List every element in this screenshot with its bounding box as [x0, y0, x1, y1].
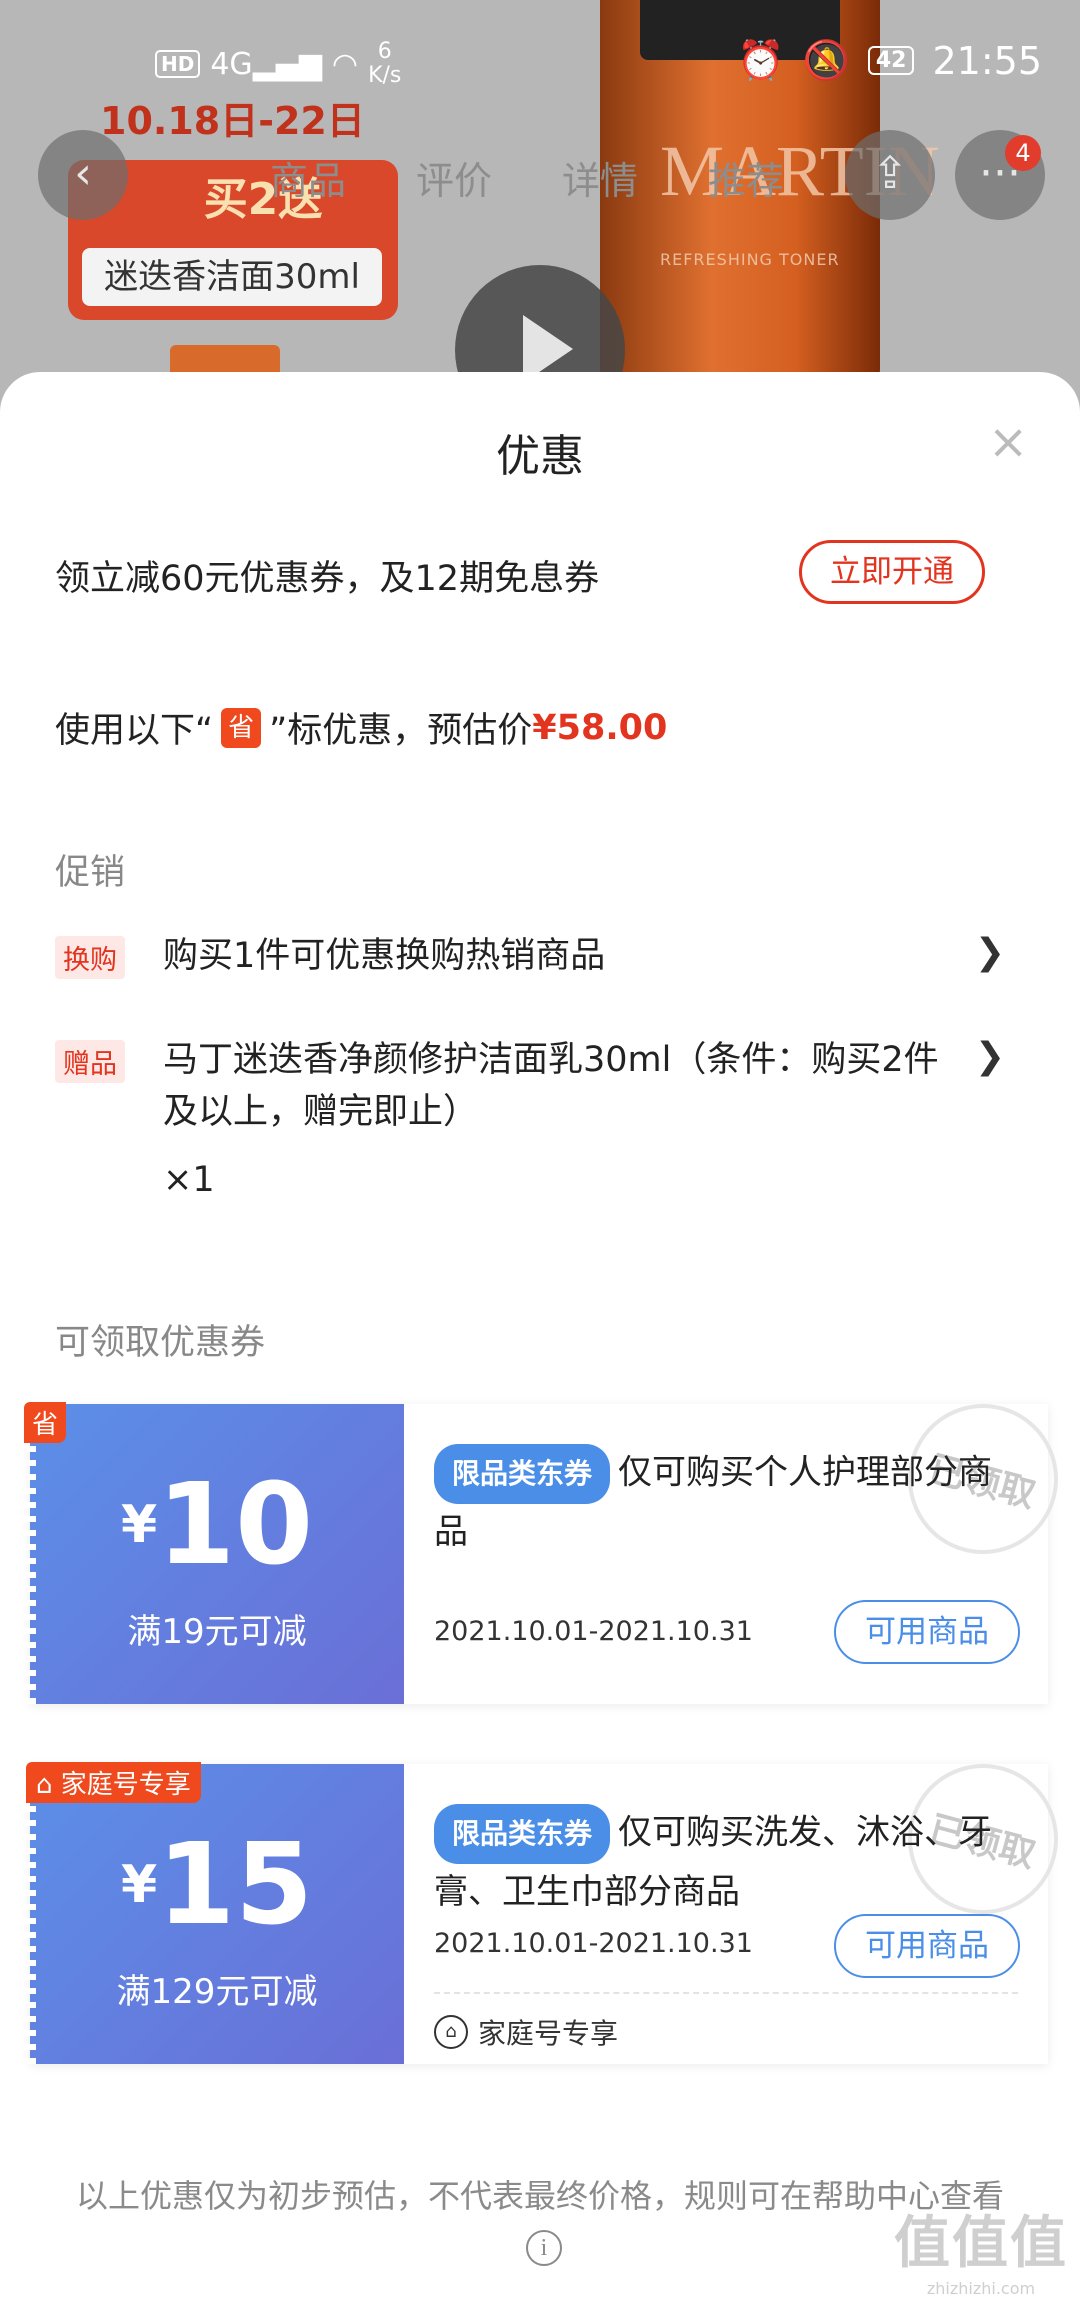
category-tag: 限品类东券 [434, 1444, 611, 1504]
promotions-label: 促销 [55, 853, 126, 893]
coupon-amount: ¥10 [120, 1460, 314, 1590]
coupon-info: 已领取 限品类东券 仅可购买洗发、沐浴、牙膏、卫生巾部分商品 2021.10.01… [404, 1747, 1075, 2064]
promo-banner-bottom: 迷迭香洁面30ml [82, 248, 382, 306]
coupons-label: 可领取优惠券 [55, 1323, 266, 1363]
open-now-button[interactable]: 立即开通 [799, 540, 985, 604]
coupon-dates: 2021.10.01-2021.10.31 [434, 1616, 753, 1647]
product-tabs: 商品 评价 详情 推荐 [270, 150, 784, 205]
available-products-button[interactable]: 可用商品 [834, 1600, 1020, 1664]
coupon-card: ¥15 满129元可减 ⌂ 家庭号专享 已领取 限品类东券 仅可购买洗发、沐浴、牙… [24, 1747, 1075, 2064]
network-icon: 4G▂▄▆ [210, 46, 322, 82]
estimate-row: 使用以下“ 省 ”标优惠，预估价 ¥58.00 [55, 707, 668, 751]
watermark: 值值值 zhizhizhi.com [894, 2211, 1068, 2298]
more-badge: 4 [1005, 135, 1041, 171]
coupon-value-panel: ¥10 满19元可减 省 [24, 1402, 404, 1704]
network-speed: 6 K/s [368, 39, 402, 88]
alarm-icon: ⏰ [737, 38, 785, 82]
estimate-price: ¥58.00 [532, 707, 668, 748]
status-bar: HD 4G▂▄▆ ◠ 6 K/s ⏰ 🔕 42 21:55 [0, 0, 1080, 120]
tab-details[interactable]: 详情 [562, 150, 638, 205]
promo-tag: 换购 [55, 936, 125, 979]
hd-icon: HD [155, 50, 201, 78]
tab-reviews[interactable]: 评价 [416, 150, 492, 205]
tab-recommend[interactable]: 推荐 [708, 150, 784, 205]
available-products-button[interactable]: 可用商品 [834, 1914, 1020, 1978]
wifi-icon: ◠ [331, 46, 359, 82]
family-note: ⌂ 家庭号专享 [434, 2012, 618, 2052]
discount-sheet: 优惠 × 领立减60元优惠券，及12期免息券 立即开通 使用以下“ 省 ”标优惠… [0, 372, 1080, 2310]
sheng-corner-tag: 省 [24, 1402, 67, 1443]
home-icon: ⌂ [434, 2015, 468, 2049]
coupon-amount: ¥15 [120, 1820, 314, 1950]
coupon-dates: 2021.10.01-2021.10.31 [434, 1928, 753, 1959]
product-brand-sub: REFRESHING TONER [660, 250, 840, 269]
divider [434, 1992, 1018, 1994]
promotion-gift[interactable]: 赠品 马丁迷迭香净颜修护洁面乳30ml（条件：购买2件及以上，赠完即止） ×1 … [55, 1034, 1035, 1200]
mute-icon: 🔕 [802, 38, 850, 82]
chevron-right-icon: ❯ [974, 932, 1005, 973]
share-icon[interactable]: ⇪ [845, 130, 935, 220]
chevron-right-icon: ❯ [974, 1036, 1005, 1077]
promo-qty: ×1 [163, 1160, 215, 1200]
category-tag: 限品类东券 [434, 1804, 611, 1864]
promo-tag: 赠品 [55, 1040, 125, 1083]
coupon-card: ¥10 满19元可减 省 已领取 限品类东券 仅可购买个人护理部分商品 2021.… [24, 1387, 1075, 1704]
back-icon[interactable]: ‹ [38, 130, 128, 220]
sheng-tag: 省 [221, 707, 262, 748]
family-corner-tag: ⌂ 家庭号专享 [26, 1762, 201, 1803]
coupon-value-panel: ¥15 满129元可减 ⌂ 家庭号专享 [24, 1762, 404, 2064]
sheet-title: 优惠 [496, 431, 584, 482]
disclaimer: 以上优惠仅为初步预估，不代表最终价格，规则可在帮助中心查看i [70, 2172, 1010, 2268]
coupon-condition: 满19元可减 [127, 1612, 307, 1652]
coupon-condition: 满129元可减 [116, 1972, 318, 2012]
membership-offer-text: 领立减60元优惠券，及12期免息券 [55, 559, 600, 599]
promotion-exchange[interactable]: 换购 购买1件可优惠换购热销商品 ❯ [55, 930, 1035, 990]
coupon-description: 限品类东券 仅可购买个人护理部分商品 [434, 1444, 994, 1560]
tab-product[interactable]: 商品 [270, 150, 346, 205]
close-icon[interactable]: × [988, 418, 1028, 466]
coupon-description: 限品类东券 仅可购买洗发、沐浴、牙膏、卫生巾部分商品 [434, 1804, 994, 1920]
promo-text: 购买1件可优惠换购热销商品 [163, 936, 606, 976]
promo-text: 马丁迷迭香净颜修护洁面乳30ml（条件：购买2件及以上，赠完即止） [163, 1040, 939, 1132]
time: 21:55 [932, 38, 1042, 83]
battery-icon: 42 [867, 46, 915, 75]
info-icon[interactable]: i [526, 2230, 562, 2266]
coupon-info: 已领取 限品类东券 仅可购买个人护理部分商品 2021.10.01-2021.10… [404, 1387, 1075, 1704]
